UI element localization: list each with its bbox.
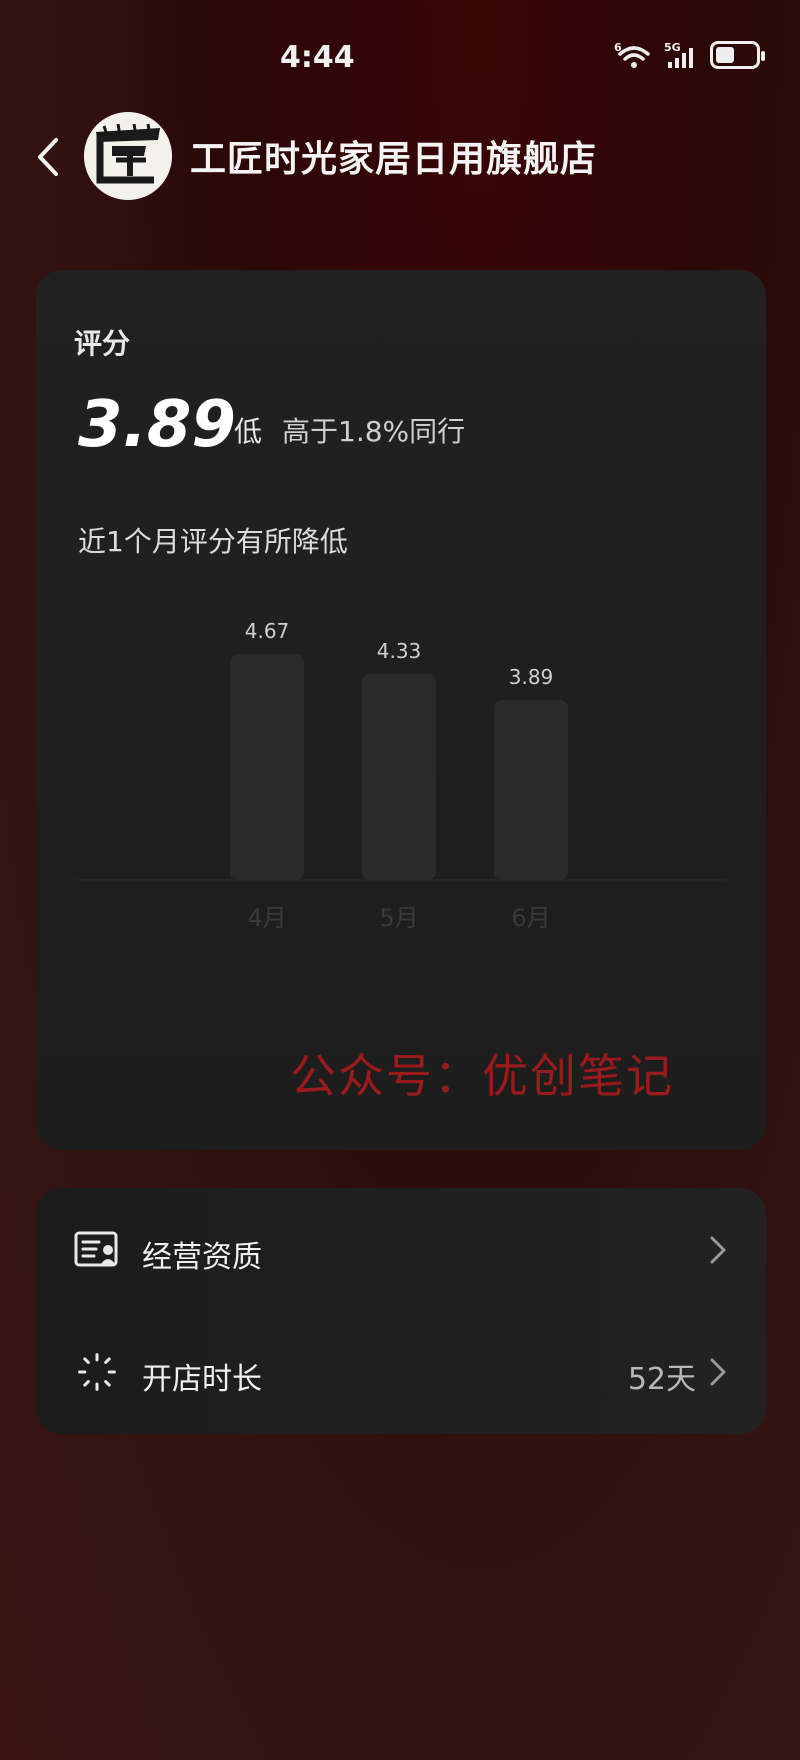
chart-svg: 4.67 4月 4.33 5月 3.89 6月 <box>76 619 726 932</box>
chart-tick-label: 5月 <box>379 904 418 932</box>
chart-bar <box>230 654 304 880</box>
score-bar-chart: 4.67 4月 4.33 5月 3.89 6月 <box>36 570 766 970</box>
chart-bar <box>362 674 436 880</box>
score-compare: 高于1.8%同行 <box>282 415 466 448</box>
store-name: 工匠时光家居日用旗舰店 <box>190 139 598 180</box>
row-label: 经营资质 <box>142 1240 262 1275</box>
status-icons: 6 5G <box>614 40 765 70</box>
status-bar: 4:44 6 5G <box>0 0 800 110</box>
store-duration-row[interactable]: 开店时长 52天 <box>36 1320 766 1420</box>
store-logo-image <box>84 112 172 200</box>
chart-data-label: 4.67 <box>245 619 290 643</box>
license-icon <box>74 1231 118 1267</box>
chart-tick-label: 4月 <box>247 904 286 932</box>
chart-data-label: 4.33 <box>377 639 422 663</box>
row-label: 开店时长 <box>142 1362 262 1397</box>
score-card: 评分 3.89 低 高于1.8%同行 近1个月评分有所降低 4.67 4月 4.33… <box>36 270 766 1150</box>
store-logo[interactable] <box>84 112 172 200</box>
loading-dial-icon <box>78 1353 116 1391</box>
chart-tick-label: 6月 <box>511 904 550 932</box>
cellular-signal-icon: 5G <box>664 41 693 68</box>
header: 工匠时光家居日用旗舰店 <box>0 108 800 204</box>
chart-bar <box>494 700 568 880</box>
status-time: 4:44 <box>280 40 355 75</box>
business-qualification-row[interactable]: 经营资质 <box>36 1198 766 1298</box>
network-type: 5G <box>664 41 681 54</box>
score-label: 评分 <box>74 327 131 360</box>
chevron-right-icon <box>710 1358 726 1386</box>
score-value: 3.89 <box>78 388 236 462</box>
wifi-icon: 6 <box>614 41 650 68</box>
battery-icon <box>710 41 765 69</box>
chart-data-label: 3.89 <box>509 665 554 689</box>
score-level: 低 <box>234 415 263 448</box>
chevron-right-icon <box>710 1236 726 1264</box>
info-card: 经营资质 开店时长 52天 <box>36 1188 766 1434</box>
back-arrow-icon[interactable] <box>34 136 64 178</box>
watermark: 公众号：优创笔记 <box>290 1049 674 1103</box>
trend-text: 近1个月评分有所降低 <box>78 525 348 558</box>
row-value: 52天 <box>627 1362 696 1397</box>
